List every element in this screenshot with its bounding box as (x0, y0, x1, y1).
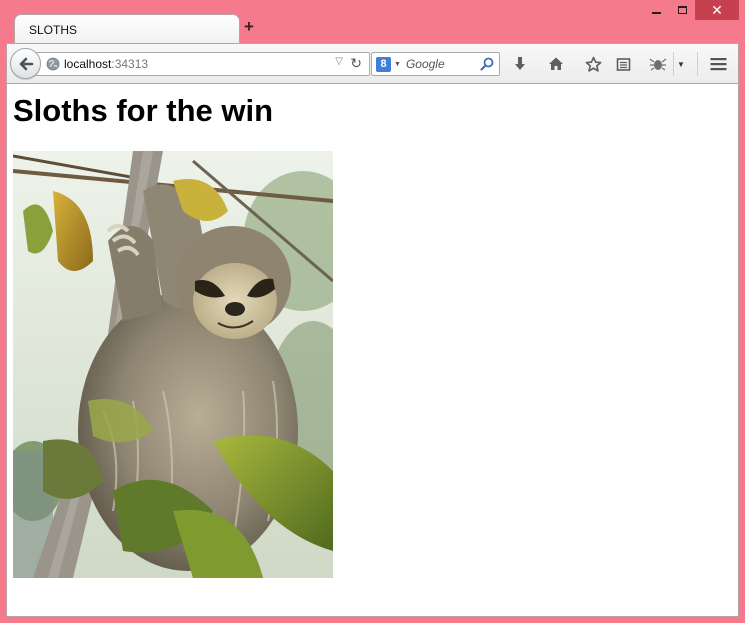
hamburger-menu-icon (710, 58, 726, 71)
bookmark-button[interactable] (583, 54, 603, 74)
menu-button[interactable] (708, 54, 728, 74)
bookmarks-menu-button[interactable] (613, 54, 633, 74)
firebug-dropdown-button[interactable]: ▼ (674, 54, 688, 74)
home-icon (549, 57, 563, 70)
search-bar[interactable]: 8 ▼ Google (371, 52, 500, 76)
home-button[interactable] (546, 54, 566, 74)
reload-icon[interactable]: ↻ (350, 55, 362, 72)
url-port: :34313 (111, 57, 149, 71)
navigation-toolbar: localhost:34313 ▽ ↻ 8 ▼ Google ▼ (6, 43, 739, 84)
history-dropdown-icon[interactable]: ▽ (335, 56, 343, 67)
maximize-icon (677, 6, 687, 14)
plus-icon: + (244, 17, 254, 36)
browser-window: ✕ SLOTHS + localhost:34313 ▽ ↻ 8 ▼ Goog… (0, 0, 745, 623)
new-tab-button[interactable]: + (240, 18, 258, 36)
sloth-picture (13, 151, 333, 578)
star-icon (585, 56, 601, 72)
search-placeholder: Google (405, 57, 445, 71)
globe-icon (46, 57, 60, 71)
engine-dropdown-icon[interactable]: ▼ (394, 61, 401, 68)
google-engine-icon[interactable]: 8 (376, 56, 391, 72)
back-button[interactable] (10, 48, 41, 79)
tab-sloths[interactable]: SLOTHS (14, 14, 240, 44)
page-content: Sloths for the win (6, 84, 739, 617)
tab-strip: SLOTHS + (6, 14, 739, 44)
firebug-button[interactable] (648, 54, 668, 74)
bookmarks-list-icon (616, 57, 630, 71)
back-arrow-icon (19, 57, 33, 70)
page-heading: Sloths for the win (13, 93, 274, 128)
url-bar[interactable]: localhost:34313 ▽ ↻ (36, 52, 370, 76)
bug-icon (649, 58, 667, 71)
downloads-button[interactable] (510, 54, 530, 74)
toolbar-separator (697, 52, 698, 76)
sloth-image (13, 151, 333, 578)
search-icon[interactable] (479, 56, 495, 72)
download-arrow-icon (515, 57, 525, 70)
tab-label: SLOTHS (29, 23, 78, 37)
dropdown-arrow-icon: ▼ (677, 59, 685, 69)
url-host: localhost (64, 57, 112, 71)
